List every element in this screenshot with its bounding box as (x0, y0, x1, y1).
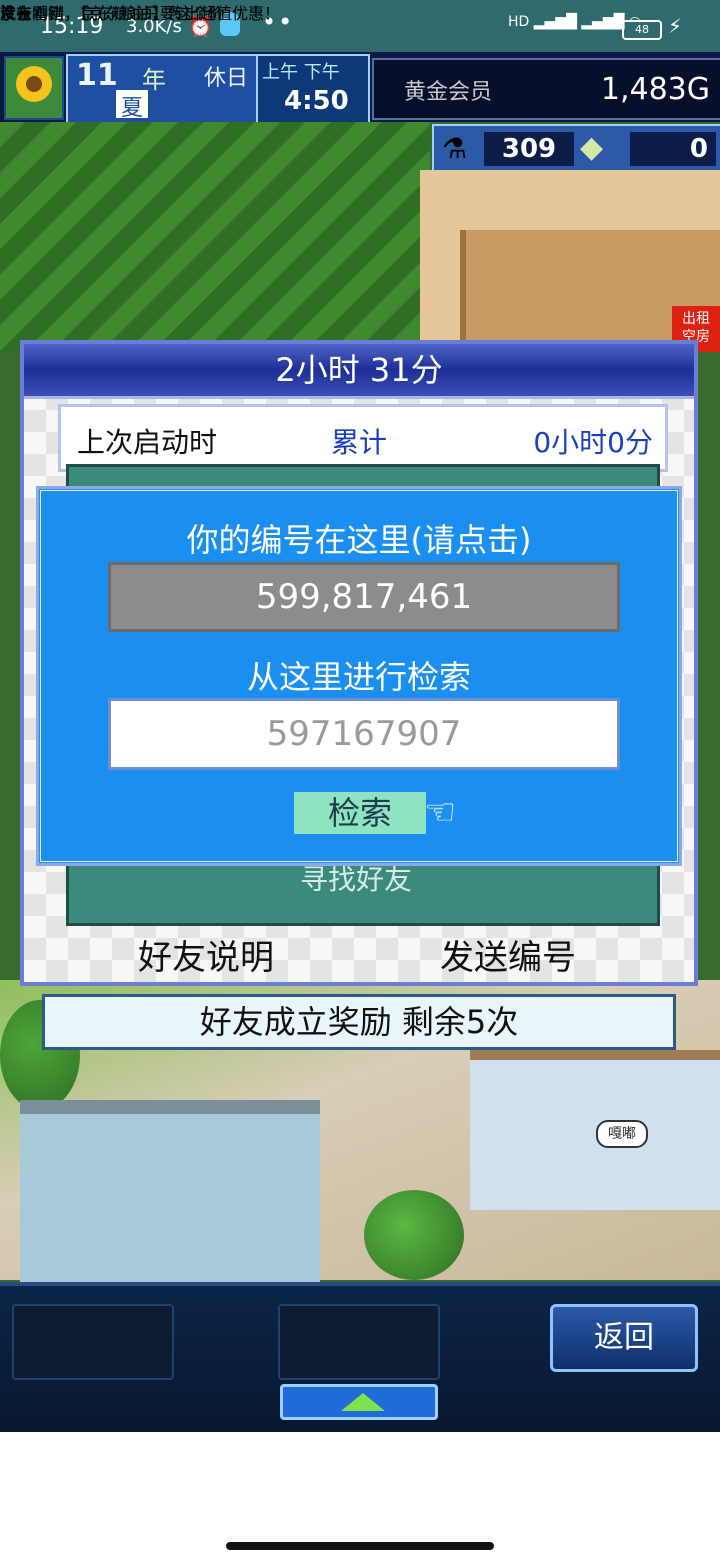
up-arrow-icon (341, 1393, 385, 1411)
map-room (470, 1050, 720, 1210)
back-button[interactable]: 返回 (550, 1304, 698, 1372)
ad-banner[interactable] (0, 1432, 720, 1560)
search-button[interactable]: 检索 (294, 792, 426, 834)
forest-area (0, 122, 430, 352)
battery-icon: 48 (622, 20, 662, 40)
pointing-hand-icon: ☜ (424, 792, 457, 833)
search-label: 从这里进行检索 (246, 658, 471, 696)
research-points: 309 (484, 132, 574, 166)
expand-menu-button[interactable] (280, 1384, 438, 1420)
gold-panel[interactable]: 黄金会员 1,483G (372, 58, 720, 120)
reward-bar: 好友成立奖励 剩余5次 (42, 994, 676, 1050)
ticket-icon: ◆ (580, 130, 604, 165)
tree-icon (364, 1190, 464, 1280)
flask-icon: ⚗ (442, 132, 468, 165)
ticket-count: 0 (630, 132, 716, 166)
gold-amount: 1,483G (600, 72, 710, 107)
time-panel: 上午 下午 4:50 (256, 54, 370, 124)
send-number-button[interactable]: 发送编号 (440, 930, 576, 979)
last-launch-label: 上次启动时 (77, 426, 218, 459)
dialog-title: 2小时 31分 (24, 344, 694, 399)
year-number: 11 (76, 58, 118, 93)
friend-explain-button[interactable]: 好友说明 (138, 930, 274, 979)
game-clock: 4:50 (284, 86, 349, 116)
map-facility (20, 1100, 320, 1284)
season-label: 夏 (116, 90, 148, 121)
toolbar-slot-2[interactable] (278, 1304, 440, 1380)
charging-icon: ⚡ (668, 14, 683, 38)
date-panel: 11 年 休日 夏 (66, 54, 258, 124)
launch-info: 上次启动时 累计 0小时0分 (58, 404, 668, 472)
search-input[interactable]: 597167907 (108, 698, 620, 770)
toolbar-slot-1[interactable] (12, 1304, 174, 1380)
accumulated-label: 累计 (331, 426, 388, 459)
ad-line-2: 就在刚刚，【京东粮油】传出超值优惠！ (0, 4, 281, 23)
home-indicator[interactable] (226, 1542, 494, 1550)
my-id-field[interactable]: 599,817,461 (108, 562, 620, 632)
accumulated-value: 0小时0分 (533, 426, 653, 459)
holiday-label: 休日 (204, 66, 249, 91)
speech-bubble: 嘎嘟 (596, 1120, 648, 1148)
ad-tag: 广告 (0, 4, 33, 23)
member-label: 黄金会员 (404, 80, 493, 105)
sunflower-icon[interactable] (4, 56, 64, 120)
ampm-label: 上午 下午 (262, 62, 340, 83)
